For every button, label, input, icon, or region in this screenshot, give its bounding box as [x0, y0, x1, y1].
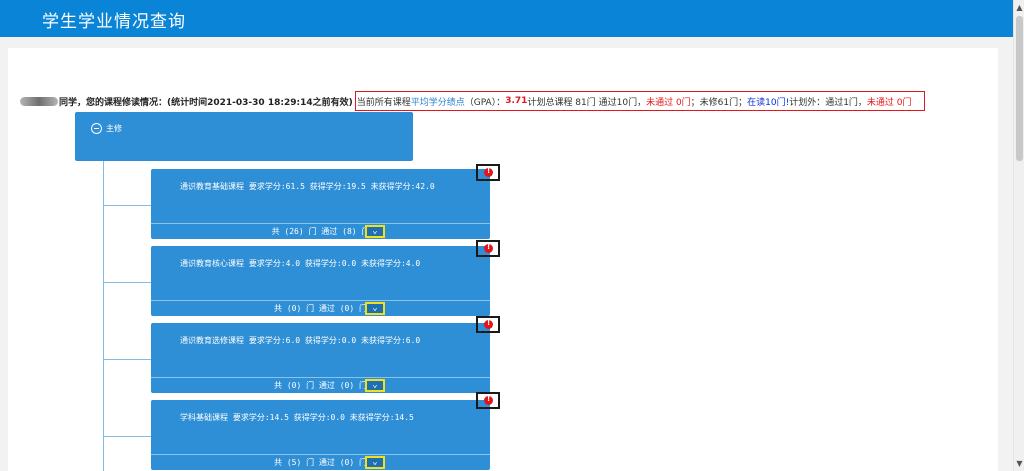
chevron-down-icon[interactable]: ⌄ [365, 379, 385, 392]
scrollbar-thumb[interactable] [1016, 16, 1023, 161]
page-title: 学生学业情况查询 [42, 12, 186, 32]
course-count: 共 (0) 门 通过 (0) 门 [274, 381, 367, 390]
major-label: 主修 [106, 124, 122, 133]
alert-icon[interactable] [476, 164, 500, 181]
gpa-link[interactable]: 平均学分绩点 [411, 95, 465, 108]
course-count-bar: 共 (26) 门 通过 (8) 门 ⌄ [151, 223, 490, 239]
gpa-stats-box: 当前所有课程 平均学分绩点 （GPA）： 3.71 计划总课程 81门 通过10… [354, 91, 925, 111]
chevron-down-icon[interactable]: ⌄ [365, 302, 385, 315]
alert-icon[interactable] [476, 316, 500, 333]
scroll-up-icon[interactable]: ▲ [1015, 2, 1024, 13]
course-count-bar: 共 (5) 门 通过 (0) 门 ⌄ [151, 454, 490, 470]
chevron-down-icon[interactable]: ⌄ [365, 225, 385, 238]
stats-text-4: ；未修61门； [690, 97, 748, 108]
unplanned-not-passed: 未通过 0门 [866, 97, 912, 108]
in-progress-count: 在读10门! [747, 97, 790, 108]
student-name-redacted [20, 96, 58, 106]
page-header: 学生学业情况查询 [0, 0, 1013, 37]
tree-branch [103, 205, 151, 206]
course-requirement: 通识教育核心课程 要求学分:4.0 获得学分:0.0 未获得学分:4.0 [180, 259, 421, 268]
course-category-node: 通识教育核心课程 要求学分:4.0 获得学分:0.0 未获得学分:4.0 共 (… [151, 246, 490, 316]
not-passed-count: 未通过 0门 [646, 97, 691, 108]
gpa-value: 3.71 [505, 96, 528, 106]
stats-text-3: 计划总课程 81门 通过10门， [527, 97, 647, 108]
course-count-bar: 共 (0) 门 通过 (0) 门 ⌄ [151, 300, 490, 316]
course-count-bar: 共 (0) 门 通过 (0) 门 ⌄ [151, 377, 490, 393]
stats-text-2: （GPA）： [464, 97, 506, 108]
vertical-scrollbar[interactable]: ▲ ▼ [1013, 0, 1024, 471]
summary-lead: 同学，您的课程修读情况：(统计时间2021-03-30 18:29:14之前有效… [59, 97, 353, 108]
alert-icon[interactable] [476, 392, 500, 409]
stats-text-5: 计划外：通过1门， [789, 97, 867, 108]
course-requirement: 学科基础课程 要求学分:14.5 获得学分:0.0 未获得学分:14.5 [180, 413, 414, 422]
course-count: 共 (5) 门 通过 (0) 门 [274, 458, 367, 467]
chevron-down-icon[interactable]: ⌄ [365, 456, 385, 469]
tree-branch [103, 436, 151, 437]
course-requirement: 通识教育选修课程 要求学分:6.0 获得学分:0.0 未获得学分:6.0 [180, 336, 421, 345]
course-count: 共 (0) 门 通过 (0) 门 [274, 304, 367, 313]
course-category-node: 通识教育选修课程 要求学分:6.0 获得学分:0.0 未获得学分:6.0 共 (… [151, 323, 490, 393]
major-node[interactable]: 主修 [75, 112, 413, 161]
minus-circle-icon[interactable] [91, 123, 102, 134]
alert-icon[interactable] [476, 240, 500, 257]
tree-branch [103, 359, 151, 360]
course-summary: 同学，您的课程修读情况：(统计时间2021-03-30 18:29:14之前有效… [20, 90, 925, 112]
tree-connector [103, 161, 104, 471]
course-count: 共 (26) 门 通过 (8) 门 [271, 227, 370, 236]
tree-branch [103, 282, 151, 283]
stats-text-1: 当前所有课程 [356, 97, 411, 108]
scroll-down-icon[interactable]: ▼ [1015, 458, 1024, 469]
course-category-node: 通识教育基础课程 要求学分:61.5 获得学分:19.5 未获得学分:42.0 … [151, 169, 490, 239]
course-requirement: 通识教育基础课程 要求学分:61.5 获得学分:19.5 未获得学分:42.0 [180, 182, 435, 191]
course-category-node: 学科基础课程 要求学分:14.5 获得学分:0.0 未获得学分:14.5 共 (… [151, 400, 490, 470]
